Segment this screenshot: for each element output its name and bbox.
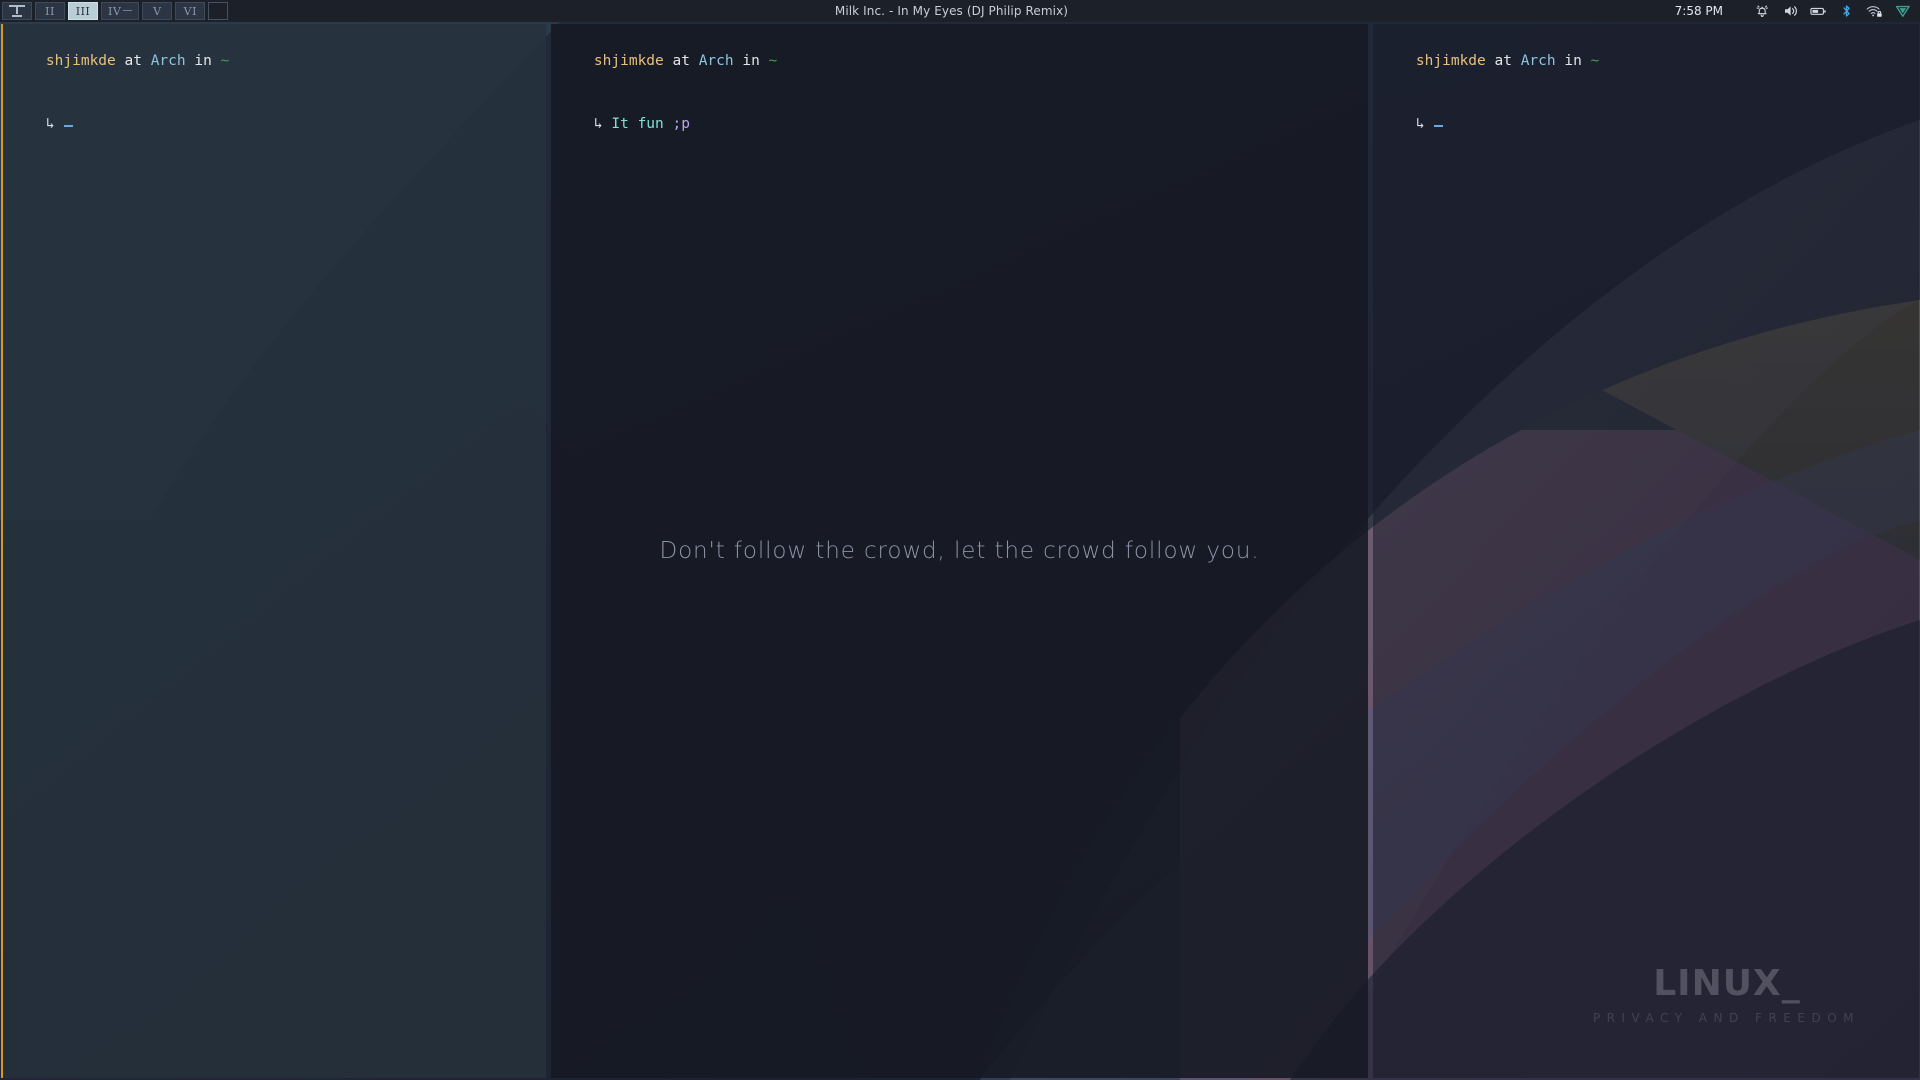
clock[interactable]: 7:58 PM bbox=[1675, 4, 1723, 18]
prompt-hostname: Arch bbox=[1520, 53, 1556, 69]
shell-prompt-line: shjimkde at Arch in ~ bbox=[11, 30, 538, 93]
terminal-cursor bbox=[1433, 125, 1443, 127]
battery-icon[interactable] bbox=[1810, 4, 1827, 18]
tiling-layout-icon bbox=[9, 5, 25, 17]
workspace-tag-label: VI bbox=[183, 4, 197, 18]
prompt-in-word: in bbox=[733, 53, 769, 69]
continuation-arrow-icon: ↳ bbox=[45, 116, 55, 132]
system-tray: 7:58 PM bbox=[1675, 0, 1920, 22]
prompt-username: shjimkde bbox=[593, 53, 664, 69]
workspace-tag-label: V bbox=[153, 4, 162, 18]
workspace-occupied-indicator bbox=[123, 9, 133, 11]
typed-command-text: It fun bbox=[611, 116, 664, 132]
prompt-in-word: in bbox=[185, 53, 221, 69]
workspace-tag-3[interactable]: III bbox=[68, 2, 98, 20]
shell-input-line[interactable]: ↳ It fun ;p bbox=[559, 93, 1360, 156]
typed-command-suffix: ;p bbox=[672, 116, 690, 132]
workspace-tag-6[interactable]: VI bbox=[175, 2, 206, 20]
terminal-window-middle[interactable]: shjimkde at Arch in ~ ↳ It fun ;p bbox=[551, 24, 1368, 1078]
workspace-tag-4[interactable]: IV bbox=[101, 2, 140, 20]
vpn-shield-icon[interactable] bbox=[1894, 4, 1911, 18]
workspace-tag-5[interactable]: V bbox=[142, 2, 173, 20]
workspace-tag-2[interactable]: II bbox=[35, 2, 65, 20]
continuation-arrow-icon: ↳ bbox=[1415, 116, 1425, 132]
focused-window-title: Milk Inc. - In My Eyes (DJ Philip Remix) bbox=[834, 4, 1069, 18]
terminal-window-left[interactable]: shjimkde at Arch in ~ ↳ bbox=[1, 24, 546, 1078]
prompt-path: ~ bbox=[220, 53, 230, 69]
status-bar: II III IV V VI Milk Inc. - In My Eyes (D… bbox=[0, 0, 1920, 22]
volume-speaker-icon[interactable] bbox=[1782, 4, 1799, 18]
workspace-tag-list: II III IV V VI bbox=[0, 0, 229, 22]
prompt-hostname: Arch bbox=[698, 53, 734, 69]
prompt-at-word: at bbox=[115, 53, 151, 69]
continuation-arrow-icon: ↳ bbox=[593, 116, 603, 132]
workspace-tag-1[interactable] bbox=[2, 2, 32, 20]
bluetooth-icon[interactable] bbox=[1838, 4, 1855, 18]
workspace-tag-label: III bbox=[75, 4, 91, 18]
wifi-locked-icon[interactable] bbox=[1866, 4, 1883, 18]
layout-indicator-button[interactable] bbox=[208, 2, 229, 20]
notification-bell-icon[interactable] bbox=[1754, 4, 1771, 18]
prompt-path: ~ bbox=[1590, 53, 1600, 69]
prompt-hostname: Arch bbox=[150, 53, 186, 69]
prompt-username: shjimkde bbox=[45, 53, 116, 69]
prompt-in-word: in bbox=[1555, 53, 1591, 69]
prompt-username: shjimkde bbox=[1415, 53, 1486, 69]
prompt-at-word: at bbox=[663, 53, 699, 69]
terminal-window-right[interactable]: shjimkde at Arch in ~ ↳ bbox=[1373, 24, 1919, 1078]
shell-prompt-line: shjimkde at Arch in ~ bbox=[559, 30, 1360, 93]
workspace-tag-label: IV bbox=[108, 4, 122, 18]
terminal-cursor bbox=[63, 125, 73, 127]
shell-prompt-line: shjimkde at Arch in ~ bbox=[1381, 30, 1911, 93]
prompt-path: ~ bbox=[768, 53, 778, 69]
workspace-tag-label: II bbox=[45, 4, 55, 18]
prompt-at-word: at bbox=[1485, 53, 1521, 69]
shell-input-line[interactable]: ↳ bbox=[1381, 93, 1911, 156]
shell-input-line[interactable]: ↳ bbox=[11, 93, 538, 156]
